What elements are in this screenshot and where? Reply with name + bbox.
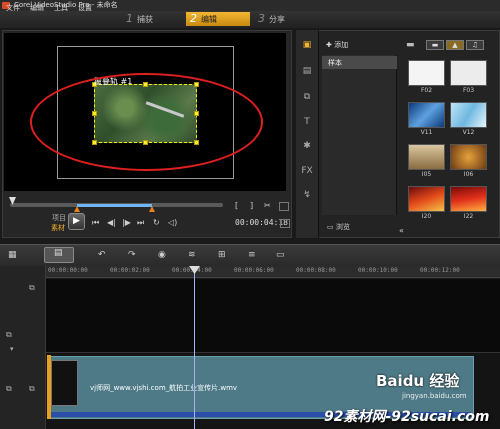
graphics-icon[interactable]: ✱	[300, 141, 314, 153]
undo-icon[interactable]: ↶	[98, 250, 106, 260]
track-manager-icon[interactable]: ⧉	[6, 330, 12, 340]
menu-file[interactable]: 文件	[6, 3, 20, 13]
menu-tools[interactable]: 工具	[54, 3, 68, 13]
prev-frame-icon[interactable]: ◀|	[107, 218, 116, 227]
step-number: 3	[258, 12, 265, 25]
baidu-watermark-url: jingyan.baidu.com	[402, 392, 467, 400]
annotation-ellipse	[30, 73, 263, 171]
play-button[interactable]: ▶	[68, 213, 85, 230]
home-icon[interactable]: ⏮	[92, 218, 99, 228]
library-thumb[interactable]	[408, 186, 445, 212]
show-video-icon[interactable]: ▬	[426, 40, 444, 50]
audio-wave-icon[interactable]: ≋	[188, 250, 196, 260]
menu-settings[interactable]: 设置	[78, 3, 92, 13]
window-title: Corel VideoStudio Pro - 未命名	[0, 0, 500, 11]
menu-bar	[0, 11, 500, 28]
library-thumb[interactable]	[450, 102, 487, 128]
track-header-panel	[0, 266, 46, 429]
thumb-label: V11	[420, 129, 433, 136]
fx-icon[interactable]: FX	[300, 166, 314, 178]
end-icon[interactable]: ⏭	[137, 218, 144, 228]
ruler-tick: 00:00:02:00	[110, 267, 150, 274]
library-category-bar	[296, 30, 319, 238]
title-t-icon[interactable]: T	[300, 117, 314, 129]
timeline-view-icon: ▤	[54, 248, 63, 258]
collapse-library-icon[interactable]: «	[399, 226, 404, 235]
library-folder-list	[322, 55, 397, 215]
overlay-visibility-icon[interactable]: ⧉	[29, 384, 35, 394]
mark-in-button[interactable]: [	[235, 201, 238, 210]
ruler-tick: 00:00:00:00	[48, 267, 88, 274]
step-number: 1	[126, 12, 133, 25]
scissors-icon[interactable]: ✂	[264, 201, 271, 210]
step-capture[interactable]: 1 捕获	[122, 12, 182, 26]
trim-range	[77, 204, 152, 207]
add-folder-button[interactable]: ✚ 添加	[326, 40, 348, 50]
mark-out-button[interactable]: ]	[250, 201, 253, 210]
ruler-tick: 00:00:06:00	[234, 267, 274, 274]
ruler-tick: 00:00:08:00	[296, 267, 336, 274]
step-edit[interactable]: 2 编辑	[186, 12, 250, 26]
library-thumb[interactable]	[408, 102, 445, 128]
media-icon[interactable]: ▣	[300, 40, 314, 52]
library-thumb[interactable]	[450, 60, 487, 86]
step-number: 2	[190, 12, 197, 25]
volume-icon[interactable]: ◁)	[168, 218, 177, 227]
add-label: 添加	[334, 41, 349, 49]
redo-icon[interactable]: ↷	[128, 250, 136, 260]
ruler-tick: 00:00:10:00	[358, 267, 398, 274]
mode-clip[interactable]: 素材	[51, 223, 65, 233]
folder-sample[interactable]: 样本	[322, 56, 397, 69]
library-thumb[interactable]	[408, 60, 445, 86]
ruler-tick: 00:00:12:00	[420, 267, 460, 274]
repeat-icon[interactable]: ↻	[153, 218, 160, 227]
fit-project-icon[interactable]: ▭	[276, 250, 285, 260]
storyboard-view-icon[interactable]: ▦	[8, 250, 17, 260]
overlay-track-icon[interactable]: ⧉	[6, 384, 12, 394]
thumb-label: V12	[462, 129, 475, 136]
baidu-watermark: Baidu 经验	[376, 372, 460, 390]
library-thumb[interactable]	[450, 144, 487, 170]
instant-project-icon[interactable]: ▤	[300, 66, 314, 78]
thumb-label: I22	[463, 213, 474, 220]
site-watermark: 92素材网-92sucai.com	[324, 409, 490, 425]
show-audio-icon[interactable]: ♫	[466, 40, 484, 50]
menu-edit[interactable]: 编辑	[30, 3, 44, 13]
video-track[interactable]	[46, 279, 500, 353]
thumb-label: F03	[462, 87, 475, 94]
library-thumb[interactable]	[408, 144, 445, 170]
mixer-icon[interactable]: ⊞	[218, 250, 226, 260]
show-photo-icon[interactable]: ▲	[446, 40, 464, 50]
step-label: 分享	[269, 15, 285, 24]
browse-button[interactable]: ▭ 浏览	[327, 222, 350, 232]
browse-label: 浏览	[335, 223, 350, 231]
library-thumb[interactable]	[450, 186, 487, 212]
step-share[interactable]: 3 分享	[254, 12, 318, 26]
clip-name: vj师网_www.vjshi.com_航拍工业宣传片.wmv	[90, 384, 238, 392]
step-label: 编辑	[201, 15, 217, 24]
folder-icon[interactable]: ▬	[406, 40, 415, 50]
mode-project[interactable]: 项目	[52, 213, 66, 223]
subtitle-icon[interactable]: ≡	[248, 250, 256, 260]
thumb-label: I20	[421, 213, 432, 220]
video-track-icon[interactable]: ⧉	[29, 283, 35, 293]
fullscreen-icon[interactable]	[280, 219, 290, 228]
clip-thumbnail	[51, 360, 78, 406]
transition-icon[interactable]: ⧉	[300, 92, 314, 104]
playhead-line[interactable]	[194, 266, 195, 429]
enlarge-preview-icon[interactable]	[279, 202, 289, 211]
record-icon[interactable]: ◉	[158, 250, 166, 260]
next-frame-icon[interactable]: |▶	[122, 218, 131, 227]
thumb-label: F02	[420, 87, 433, 94]
chevron-down-icon[interactable]: ▾	[10, 345, 14, 353]
step-label: 捕获	[137, 15, 153, 24]
path-icon[interactable]: ↯	[300, 190, 314, 202]
thumb-label: I05	[421, 171, 432, 178]
thumb-label: I06	[463, 171, 474, 178]
